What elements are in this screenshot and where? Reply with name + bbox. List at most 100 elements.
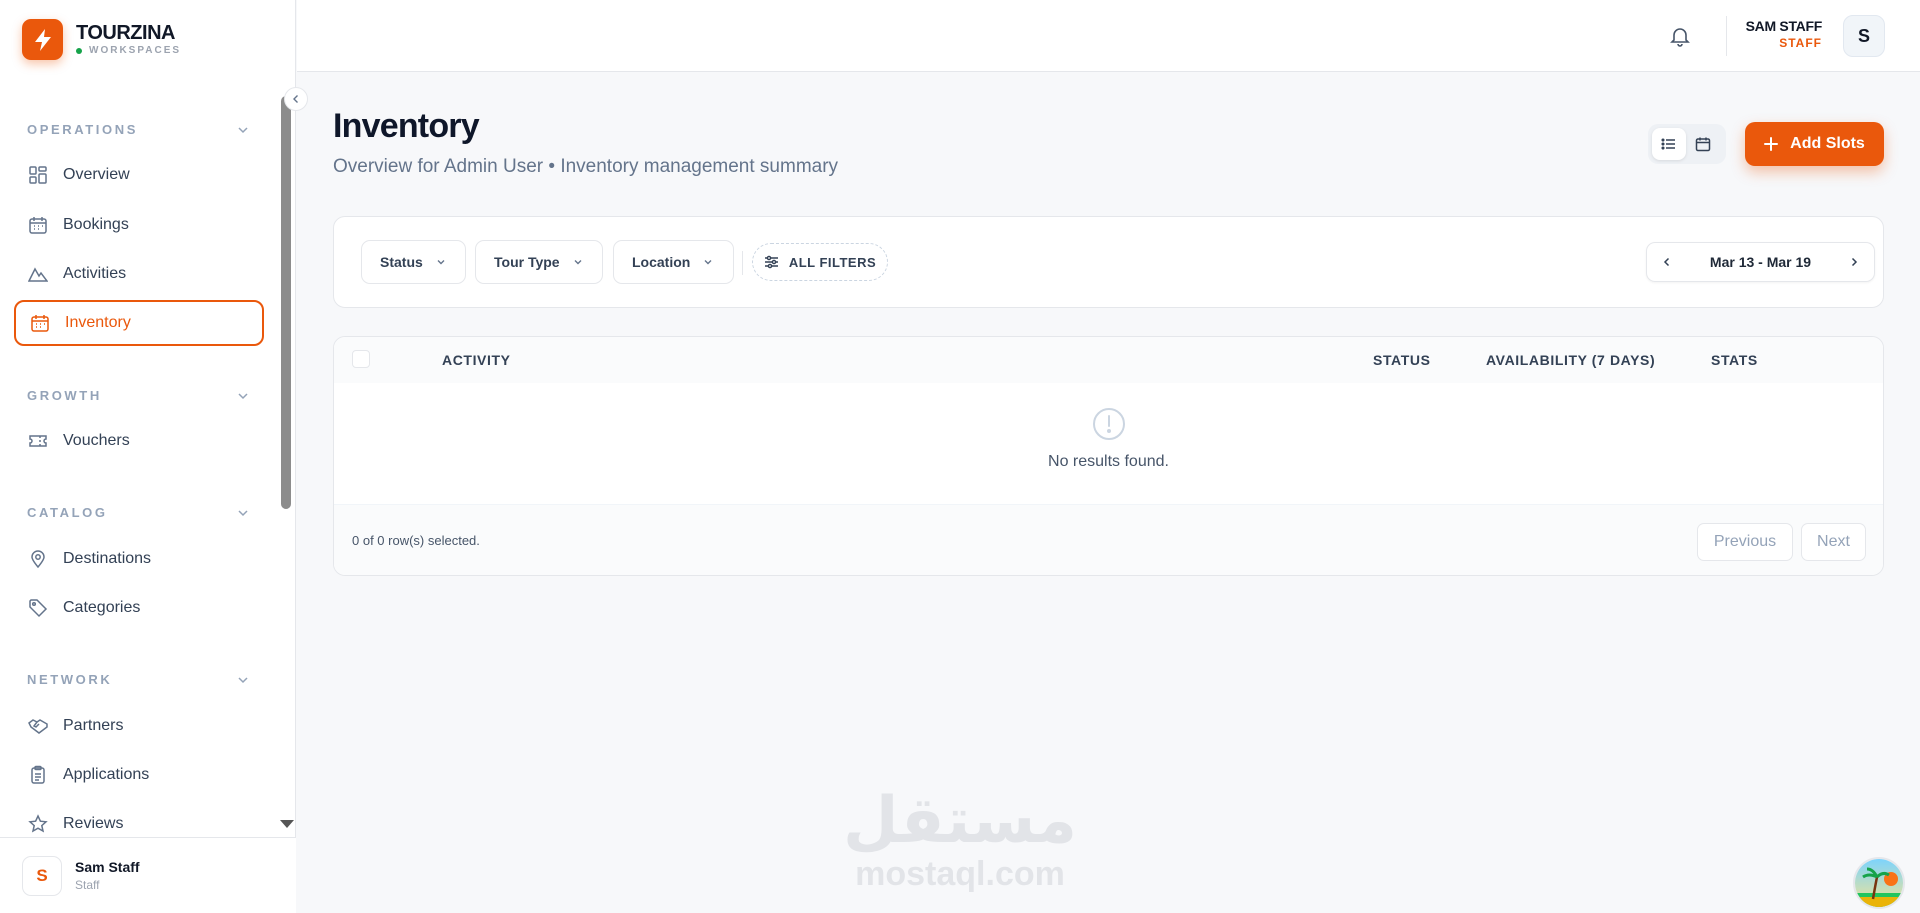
watermark: مستقل mostaql.com [840, 786, 1080, 892]
column-header-status[interactable]: STATUS [1373, 352, 1431, 368]
plus-icon [1764, 137, 1779, 151]
calendar-view-button[interactable] [1686, 128, 1720, 160]
avatar: S [22, 855, 62, 896]
brand[interactable]: TOURZINA WORKSPACES [22, 19, 181, 60]
view-toggle [1648, 124, 1726, 164]
section-title: NETWORK [27, 672, 113, 687]
divider [742, 251, 743, 275]
sidebar-scrollbar[interactable] [281, 96, 291, 509]
filter-label: Tour Type [494, 254, 560, 270]
beach-icon [1855, 859, 1903, 907]
clipboard-icon [27, 764, 49, 786]
watermark-latin: mostaql.com [855, 855, 1065, 893]
sidebar-item-label: Reviews [63, 815, 124, 832]
section-title: CATALOG [27, 505, 108, 520]
next-week-button[interactable] [1834, 243, 1874, 281]
list-view-button[interactable] [1652, 128, 1686, 160]
all-filters-button[interactable]: ALL FILTERS [752, 243, 888, 281]
inventory-table: ACTIVITY STATUS AVAILABILITY (7 DAYS) ST… [333, 336, 1884, 576]
chevron-down-icon [238, 392, 248, 399]
section-growth[interactable]: GROWTH [27, 388, 249, 403]
sidebar-item-label: Categories [63, 599, 141, 616]
ticket-icon [27, 430, 49, 452]
sidebar-item-inventory[interactable]: Inventory [14, 300, 264, 346]
calendar-icon [29, 312, 51, 334]
next-page-button[interactable]: Next [1801, 523, 1866, 561]
column-header-activity[interactable]: ACTIVITY [442, 352, 511, 368]
sidebar-item-label: Overview [63, 166, 130, 183]
calendar-icon [1695, 137, 1711, 152]
table-header: ACTIVITY STATUS AVAILABILITY (7 DAYS) ST… [334, 337, 1883, 383]
sidebar-item-applications[interactable]: Applications [14, 752, 264, 798]
chevron-down-icon [238, 509, 248, 516]
sidebar: TOURZINA WORKSPACES OPERATIONS Overview … [0, 0, 296, 913]
tour-type-filter[interactable]: Tour Type [475, 240, 603, 284]
chevron-down-icon [702, 256, 714, 268]
sidebar-item-bookings[interactable]: Bookings [14, 202, 264, 248]
sidebar-item-label: Inventory [65, 314, 131, 331]
calendar-icon [27, 214, 49, 236]
sidebar-item-label: Applications [63, 766, 150, 783]
list-icon [1661, 138, 1675, 150]
status-dot [76, 47, 82, 54]
topbar-user[interactable]: SAM STAFF STAFF [1745, 18, 1823, 50]
sidebar-item-label: Partners [63, 717, 124, 734]
status-filter[interactable]: Status [361, 240, 466, 284]
previous-page-button[interactable]: Previous [1697, 523, 1793, 561]
divider [1726, 16, 1727, 56]
sidebar-item-label: Bookings [63, 216, 129, 233]
section-title: GROWTH [27, 388, 102, 403]
topbar-user-name: SAM STAFF [1745, 18, 1823, 34]
brand-name: TOURZINA [76, 21, 175, 44]
column-header-availability[interactable]: AVAILABILITY (7 DAYS) [1486, 352, 1655, 368]
handshake-icon [27, 715, 49, 737]
scroll-down-arrow-icon[interactable] [280, 820, 294, 828]
sidebar-item-label: Destinations [63, 550, 152, 567]
sidebar-user[interactable]: S Sam Staff Staff [0, 837, 296, 913]
empty-state: No results found. [334, 383, 1883, 505]
chevron-left-icon [1663, 257, 1670, 267]
sliders-icon [764, 255, 779, 269]
sidebar-item-overview[interactable]: Overview [14, 152, 264, 198]
previous-week-button[interactable] [1647, 243, 1687, 281]
avatar[interactable]: S [1843, 15, 1885, 57]
topbar: SAM STAFF STAFF S [297, 0, 1920, 72]
tag-icon [27, 597, 49, 619]
select-all-checkbox[interactable] [352, 350, 370, 368]
assistant-button[interactable] [1853, 857, 1905, 909]
selection-count: 0 of 0 row(s) selected. [352, 533, 480, 548]
chevron-left-icon [293, 95, 298, 103]
sidebar-item-partners[interactable]: Partners [14, 703, 264, 749]
page-title: Inventory [333, 107, 480, 145]
alert-circle-icon [1093, 408, 1125, 440]
mountain-icon [27, 263, 49, 285]
section-catalog[interactable]: CATALOG [27, 505, 249, 520]
sidebar-item-categories[interactable]: Categories [14, 585, 264, 631]
section-operations[interactable]: OPERATIONS [27, 122, 249, 137]
filter-bar: Status Tour Type Location ALL FILTERS Ma… [333, 216, 1884, 308]
section-network[interactable]: NETWORK [27, 672, 249, 687]
date-range-label[interactable]: Mar 13 - Mar 19 [1710, 254, 1811, 270]
user-name: Sam Staff [75, 859, 140, 875]
chevron-right-icon [1851, 257, 1858, 267]
location-filter[interactable]: Location [613, 240, 734, 284]
map-pin-icon [27, 548, 49, 570]
table-footer: 0 of 0 row(s) selected. Previous Next [334, 505, 1883, 575]
add-slots-button[interactable]: Add Slots [1745, 122, 1884, 166]
user-role: Staff [75, 878, 100, 892]
column-header-stats[interactable]: STATS [1711, 352, 1758, 368]
lightning-icon [22, 19, 63, 60]
sidebar-item-activities[interactable]: Activities [14, 251, 264, 297]
sidebar-item-destinations[interactable]: Destinations [14, 536, 264, 582]
collapse-sidebar-button[interactable] [284, 87, 308, 111]
sidebar-item-reviews[interactable]: Reviews [14, 801, 264, 836]
sidebar-item-label: Activities [63, 265, 127, 282]
grid-icon [27, 164, 49, 186]
chevron-down-icon [238, 126, 248, 133]
sidebar-nav: OPERATIONS Overview Bookings Activities … [0, 90, 282, 836]
filter-label: Status [380, 254, 423, 270]
chevron-down-icon [238, 676, 248, 683]
sidebar-item-vouchers[interactable]: Vouchers [14, 418, 264, 464]
notifications-button[interactable] [1666, 22, 1694, 50]
chevron-down-icon [572, 256, 584, 268]
